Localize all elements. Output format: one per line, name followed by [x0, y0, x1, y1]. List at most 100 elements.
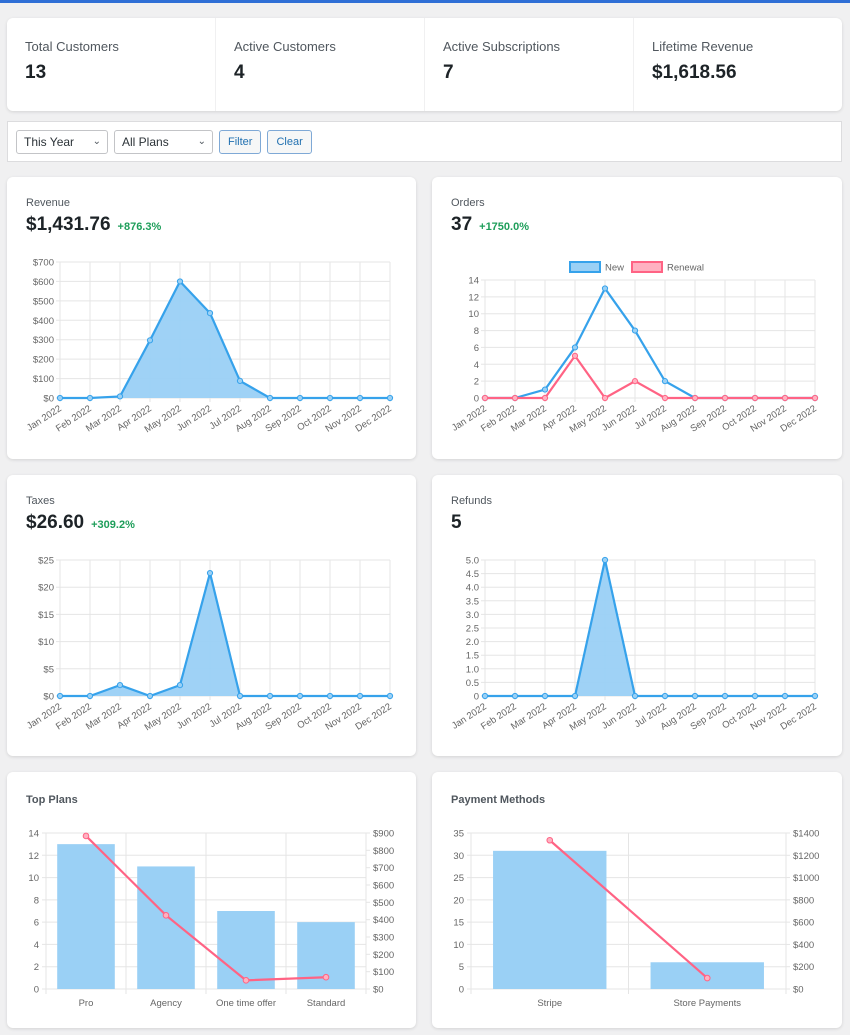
data-point	[481, 692, 489, 700]
data-point	[86, 394, 94, 402]
y-tick-label: 1.5	[466, 651, 479, 662]
data-point	[86, 692, 94, 700]
legend-swatch-new	[569, 261, 601, 273]
data-point	[266, 692, 274, 700]
y2-tick-label: $0	[793, 985, 804, 996]
legend-label-new: New	[605, 263, 624, 274]
x-tick-label: Jun 2022	[175, 403, 214, 434]
y-tick-label: 2.5	[466, 624, 479, 635]
y-tick-label: 35	[453, 829, 464, 840]
data-point	[571, 344, 579, 351]
payment_methods-chart	[467, 832, 790, 994]
data-point	[601, 556, 609, 564]
y2-tick-label: $700	[373, 863, 394, 874]
y-tick-label: $25	[38, 556, 54, 567]
data-point	[56, 394, 64, 402]
x-tick-label: One time offer	[216, 998, 276, 1009]
y-tick-label: 4.0	[466, 583, 479, 594]
y-tick-label: 10	[453, 940, 464, 951]
x-tick-label: Jun 2022	[600, 403, 639, 434]
data-point	[82, 832, 90, 840]
y-tick-label: 0	[474, 394, 479, 405]
data-point	[811, 692, 819, 700]
data-point	[296, 692, 304, 700]
bar	[137, 866, 195, 989]
y-tick-label: 8	[474, 326, 479, 337]
y-tick-label: 5	[459, 962, 464, 973]
data-point	[631, 692, 639, 700]
x-tick-label: Agency	[150, 998, 182, 1009]
y-tick-label: 1.0	[466, 664, 479, 675]
data-point	[206, 309, 214, 317]
y-tick-label: $400	[33, 316, 54, 327]
data-point	[811, 394, 819, 402]
y-tick-label: $5	[43, 664, 54, 675]
y-tick-label: $15	[38, 610, 54, 621]
y2-tick-label: $500	[373, 898, 394, 909]
y-tick-label: $0	[43, 692, 54, 703]
y-tick-label: 12	[28, 851, 39, 862]
y-tick-label: $100	[33, 374, 54, 385]
data-point	[206, 569, 214, 577]
y-tick-label: 12	[468, 292, 479, 303]
data-point	[721, 394, 729, 402]
data-point	[601, 285, 609, 292]
data-point	[541, 394, 549, 402]
y-tick-label: 10	[28, 873, 39, 884]
y2-tick-label: $300	[373, 933, 394, 944]
data-point	[601, 394, 609, 402]
y-tick-label: 0	[474, 692, 479, 703]
y-tick-label: $0	[43, 394, 54, 405]
y2-tick-label: $400	[793, 940, 814, 951]
y2-tick-label: $0	[373, 985, 384, 996]
data-point	[541, 386, 549, 393]
data-point	[781, 692, 789, 700]
y-tick-label: 14	[28, 829, 39, 840]
y2-tick-label: $100	[373, 967, 394, 978]
data-point	[511, 692, 519, 700]
data-point	[661, 692, 669, 700]
legend-label-renewal: Renewal	[667, 263, 704, 274]
y2-tick-label: $400	[373, 915, 394, 926]
top_plans-chart	[42, 832, 370, 994]
revenue-chart	[56, 261, 394, 402]
x-tick-label: Jun 2022	[600, 701, 639, 732]
data-point	[541, 692, 549, 700]
charts-layer: $0$100$200$300$400$500$600$700Jan 2022Fe…	[25, 258, 820, 1010]
y2-tick-label: $600	[793, 918, 814, 929]
data-point	[356, 692, 364, 700]
data-point	[781, 394, 789, 402]
y-tick-label: 2.0	[466, 637, 479, 648]
data-point	[326, 394, 334, 402]
data-point	[751, 692, 759, 700]
data-point	[546, 836, 554, 844]
data-point	[631, 378, 639, 385]
x-tick-label: Pro	[79, 998, 94, 1009]
y-tick-label: $300	[33, 335, 54, 346]
y-tick-label: 6	[34, 918, 39, 929]
y-tick-label: $500	[33, 296, 54, 307]
data-point	[721, 692, 729, 700]
data-point	[386, 692, 394, 700]
y2-tick-label: $800	[373, 846, 394, 857]
y2-tick-label: $1000	[793, 873, 819, 884]
data-point	[146, 337, 154, 344]
y-tick-label: 3.5	[466, 596, 479, 607]
y-tick-label: $600	[33, 277, 54, 288]
y-tick-label: 2	[34, 962, 39, 973]
y-tick-label: 2	[474, 377, 479, 388]
y-tick-label: 6	[474, 343, 479, 354]
y-tick-label: $10	[38, 637, 54, 648]
y-tick-label: 0	[34, 985, 39, 996]
orders-chart	[481, 261, 819, 402]
data-point	[571, 692, 579, 700]
y2-tick-label: $900	[373, 829, 394, 840]
data-point	[146, 692, 154, 700]
y-tick-label: $700	[33, 258, 54, 269]
refunds-chart	[481, 556, 819, 700]
y-tick-label: $200	[33, 355, 54, 366]
y-tick-label: 20	[453, 895, 464, 906]
y-tick-label: 3.0	[466, 610, 479, 621]
y2-tick-label: $1400	[793, 829, 819, 840]
x-tick-label: Jun 2022	[175, 701, 214, 732]
